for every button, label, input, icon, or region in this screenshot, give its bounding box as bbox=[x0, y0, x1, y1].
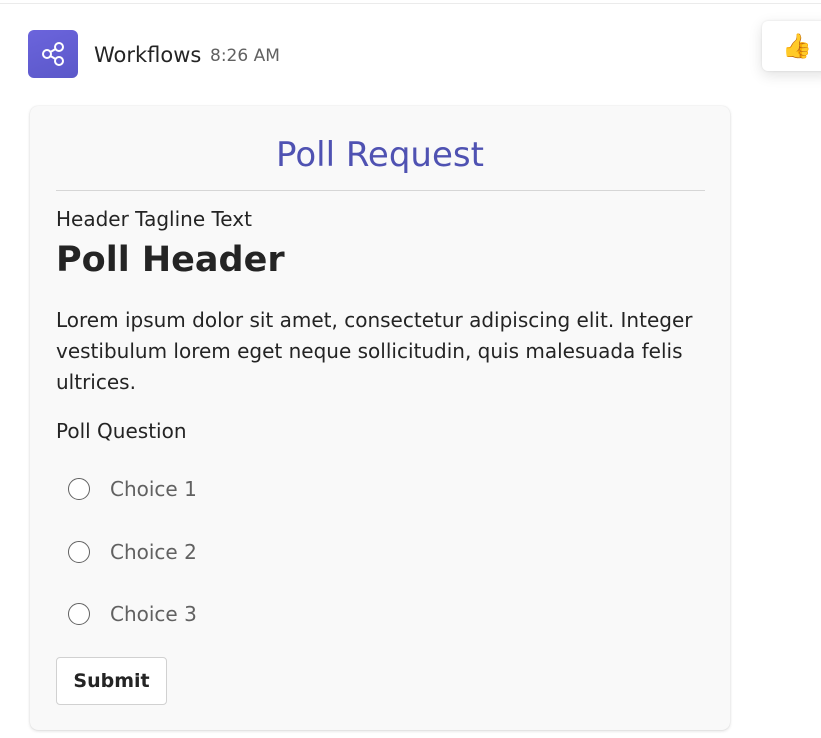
poll-header: Poll Header bbox=[56, 240, 285, 280]
thumbs-up-icon[interactable]: 👍 bbox=[782, 32, 812, 60]
submit-button[interactable]: Submit bbox=[56, 657, 167, 705]
message-timestamp: 8:26 AM bbox=[210, 46, 280, 66]
top-divider bbox=[0, 3, 821, 4]
choice-option-3[interactable]: Choice 3 bbox=[68, 599, 197, 629]
choice-option-2[interactable]: Choice 2 bbox=[68, 537, 197, 567]
adaptive-card: Poll Request Header Tagline Text Poll He… bbox=[30, 106, 730, 730]
chat-message-view: Workflows 8:26 AM 👍 Poll Request Header … bbox=[0, 0, 821, 738]
poll-description: Lorem ipsum dolor sit amet, consectetur … bbox=[56, 308, 693, 394]
choice-label: Choice 1 bbox=[110, 477, 197, 501]
card-title: Poll Request bbox=[276, 135, 484, 175]
radio-button[interactable] bbox=[68, 478, 90, 500]
reaction-bar: 👍 bbox=[762, 21, 821, 71]
sender-name[interactable]: Workflows bbox=[94, 42, 201, 68]
workflow-share-icon bbox=[42, 42, 64, 66]
choice-label: Choice 3 bbox=[110, 602, 197, 626]
radio-button[interactable] bbox=[68, 541, 90, 563]
title-divider bbox=[56, 190, 705, 191]
workflows-avatar[interactable] bbox=[28, 30, 78, 78]
radio-button[interactable] bbox=[68, 603, 90, 625]
poll-question: Poll Question bbox=[56, 419, 187, 443]
choice-option-1[interactable]: Choice 1 bbox=[68, 474, 197, 504]
choice-label: Choice 2 bbox=[110, 540, 197, 564]
header-tagline: Header Tagline Text bbox=[56, 207, 252, 231]
